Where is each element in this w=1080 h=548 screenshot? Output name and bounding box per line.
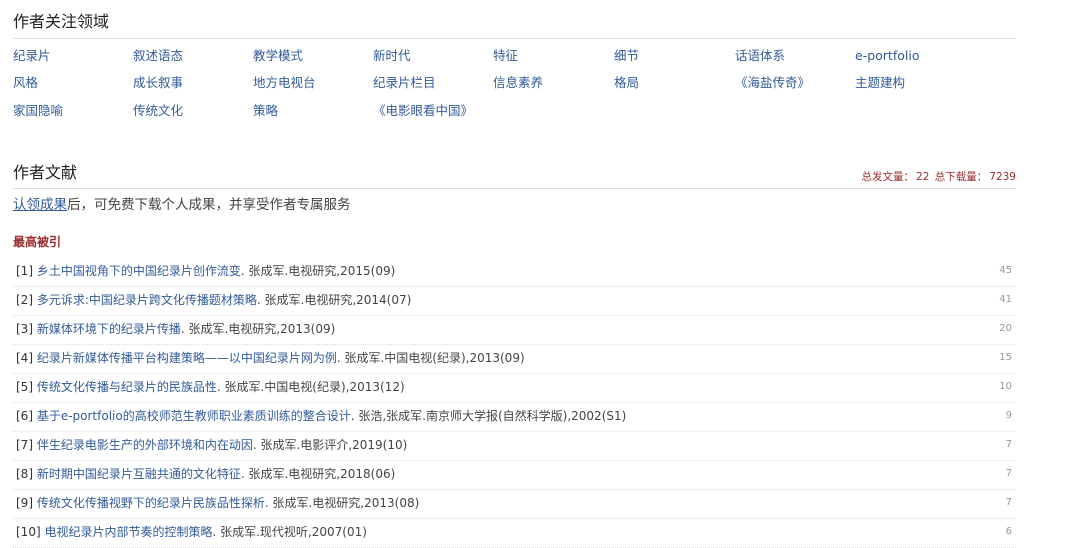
reference-meta: . 张成军.中国电视(纪录),2013(12): [216, 380, 405, 394]
reference-link[interactable]: [9] 传统文化传播视野下的纪录片民族品性探析. 张成军.电视研究,2013(0…: [16, 490, 419, 516]
keyword-link[interactable]: e-portfolio: [855, 48, 919, 64]
download-count: 7239: [989, 171, 1016, 183]
reference-row: [6] 基于e-portfolio的高校师范生教师职业素质训练的整合设计. 张浩…: [13, 403, 1016, 432]
keyword-link[interactable]: 格局: [614, 75, 639, 91]
reference-number: [2]: [16, 293, 33, 307]
keyword-link[interactable]: 细节: [614, 48, 639, 64]
reference-meta: . 张成军.现代视听,2007(01): [212, 525, 367, 539]
citation-count: 9: [1005, 410, 1012, 421]
reference-title: 乡土中国视角下的中国纪录片创作流变: [36, 264, 241, 278]
reference-title: 传统文化传播与纪录片的民族品性: [36, 380, 217, 394]
reference-meta: . 张成军.中国电视(纪录),2013(09): [336, 351, 525, 365]
keyword-link[interactable]: 传统文化: [133, 103, 183, 119]
keyword-link[interactable]: 纪录片: [13, 48, 51, 64]
keyword-link[interactable]: 叙述语态: [133, 48, 183, 64]
citation-count: 6: [1005, 526, 1012, 537]
reference-number: [10]: [16, 525, 41, 539]
reference-link[interactable]: [10] 电视纪录片内部节奏的控制策略. 张成军.现代视听,2007(01): [16, 519, 367, 545]
reference-link[interactable]: [3] 新媒体环境下的纪录片传播. 张成军.电视研究,2013(09): [16, 316, 335, 342]
citation-count: 7: [1005, 497, 1012, 508]
citation-count: 41: [999, 294, 1012, 305]
reference-title: 传统文化传播视野下的纪录片民族品性探析: [36, 496, 265, 510]
reference-number: [3]: [16, 322, 33, 336]
reference-number: [4]: [16, 351, 33, 365]
reference-link[interactable]: [7] 伴生纪录电影生产的外部环境和内在动因. 张成军.电影评介,2019(10…: [16, 432, 407, 458]
reference-meta: . 张浩,张成军.南京师大学报(自然科学版),2002(S1): [350, 409, 627, 423]
reference-link[interactable]: [4] 纪录片新媒体传播平台构建策略——以中国纪录片网为例. 张成军.中国电视(…: [16, 345, 525, 371]
reference-link[interactable]: [8] 新时期中国纪录片互融共通的文化特征. 张成军.电视研究,2018(06): [16, 461, 395, 487]
reference-title: 纪录片新媒体传播平台构建策略——以中国纪录片网为例: [36, 351, 337, 365]
citation-count: 10: [999, 381, 1012, 392]
publish-count: 22: [916, 171, 930, 183]
keyword-link[interactable]: 策略: [253, 103, 278, 119]
reference-number: [6]: [16, 409, 33, 423]
keyword-link[interactable]: 信息素养: [493, 75, 543, 91]
reference-row: [4] 纪录片新媒体传播平台构建策略——以中国纪录片网为例. 张成军.中国电视(…: [13, 345, 1016, 374]
claim-notice-text: 后，可免费下载个人成果，并享受作者专属服务: [67, 197, 351, 213]
reference-number: [8]: [16, 467, 33, 481]
reference-meta: . 张成军.电视研究,2015(09): [240, 264, 396, 278]
reference-number: [5]: [16, 380, 33, 394]
keyword-link[interactable]: 地方电视台: [253, 75, 316, 91]
reference-title: 新时期中国纪录片互融共通的文化特征: [36, 467, 241, 481]
citation-count: 7: [1005, 468, 1012, 479]
keyword-link[interactable]: 主题建构: [855, 75, 905, 91]
download-count-label: 总下载量：: [934, 171, 988, 183]
reference-meta: . 张成军.电影评介,2019(10): [252, 438, 408, 452]
citation-count: 20: [999, 323, 1012, 334]
keyword-link[interactable]: 纪录片栏目: [373, 75, 436, 91]
publish-count-label: 总发文量：: [861, 171, 915, 183]
reference-meta: . 张成军.电视研究,2013(08): [264, 496, 420, 510]
reference-row: [3] 新媒体环境下的纪录片传播. 张成军.电视研究,2013(09) 20: [13, 316, 1016, 345]
citation-count: 15: [999, 352, 1012, 363]
keyword-link[interactable]: 特征: [493, 48, 518, 64]
author-stats: 总发文量： 22 总下载量： 7239: [860, 170, 1016, 184]
keyword-link[interactable]: 话语体系: [735, 48, 785, 64]
keyword-link[interactable]: 风格: [13, 75, 38, 91]
reference-title: 多元诉求:中国纪录片跨文化传播题材策略: [36, 293, 257, 307]
keyword-link[interactable]: 教学模式: [253, 48, 303, 64]
reference-link[interactable]: [5] 传统文化传播与纪录片的民族品性. 张成军.中国电视(纪录),2013(1…: [16, 374, 405, 400]
claim-notice: 认领成果后，可免费下载个人成果，并享受作者专属服务: [13, 196, 351, 214]
reference-number: [9]: [16, 496, 33, 510]
author-page: 作者关注领域 纪录片 叙述语态 教学模式 新时代 特征 细节 话语体系 e-portfolio…: [0, 0, 1080, 548]
reference-list: [1] 乡土中国视角下的中国纪录片创作流变. 张成军.电视研究,2015(09)…: [13, 258, 1016, 548]
reference-meta: . 张成军.电视研究,2014(07): [256, 293, 412, 307]
reference-link[interactable]: [1] 乡土中国视角下的中国纪录片创作流变. 张成军.电视研究,2015(09): [16, 258, 395, 284]
keyword-link[interactable]: 《海盐传奇》: [735, 75, 810, 91]
reference-row: [7] 伴生纪录电影生产的外部环境和内在动因. 张成军.电影评介,2019(10…: [13, 432, 1016, 461]
literature-divider: [13, 188, 1016, 189]
citation-count: 45: [999, 265, 1012, 276]
keyword-link[interactable]: 家国隐喻: [13, 103, 63, 119]
keyword-link[interactable]: 新时代: [373, 48, 411, 64]
reference-link[interactable]: [6] 基于e-portfolio的高校师范生教师职业素质训练的整合设计. 张浩…: [16, 403, 626, 429]
citation-count: 7: [1005, 439, 1012, 450]
reference-meta: . 张成军.电视研究,2013(09): [180, 322, 336, 336]
reference-title: 伴生纪录电影生产的外部环境和内在动因: [36, 438, 253, 452]
focus-divider: [13, 38, 1016, 39]
most-cited-heading: 最高被引: [13, 235, 62, 249]
reference-number: [7]: [16, 438, 33, 452]
claim-results-link[interactable]: 认领成果: [13, 197, 67, 213]
reference-row: [5] 传统文化传播与纪录片的民族品性. 张成军.中国电视(纪录),2013(1…: [13, 374, 1016, 403]
reference-row: [9] 传统文化传播视野下的纪录片民族品性探析. 张成军.电视研究,2013(0…: [13, 490, 1016, 519]
focus-section-title: 作者关注领域: [13, 12, 110, 31]
literature-section-title: 作者文献: [13, 163, 78, 182]
keyword-link[interactable]: 《电影眼看中国》: [373, 103, 473, 119]
reference-title: 电视纪录片内部节奏的控制策略: [44, 525, 213, 539]
reference-title: 基于e-portfolio的高校师范生教师职业素质训练的整合设计: [36, 409, 351, 423]
reference-row: [1] 乡土中国视角下的中国纪录片创作流变. 张成军.电视研究,2015(09)…: [13, 258, 1016, 287]
keyword-link[interactable]: 成长叙事: [133, 75, 183, 91]
reference-link[interactable]: [2] 多元诉求:中国纪录片跨文化传播题材策略. 张成军.电视研究,2014(0…: [16, 287, 411, 313]
reference-number: [1]: [16, 264, 33, 278]
reference-meta: . 张成军.电视研究,2018(06): [240, 467, 396, 481]
reference-row: [2] 多元诉求:中国纪录片跨文化传播题材策略. 张成军.电视研究,2014(0…: [13, 287, 1016, 316]
reference-row: [8] 新时期中国纪录片互融共通的文化特征. 张成军.电视研究,2018(06)…: [13, 461, 1016, 490]
reference-title: 新媒体环境下的纪录片传播: [36, 322, 181, 336]
